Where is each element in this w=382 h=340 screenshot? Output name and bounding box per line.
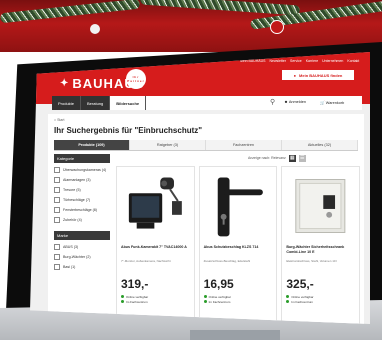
checkbox[interactable]: [54, 217, 60, 223]
sort-select[interactable]: Anzeige nach: Relevanz: [248, 156, 286, 160]
utility-link[interactable]: Service: [290, 59, 302, 63]
filter-option[interactable]: Überwachungskameras (4): [54, 167, 110, 173]
tab-centers[interactable]: Fachzentren: [206, 140, 282, 150]
product-description: Elektronikschloss, Stahl, Volumen 10 l: [286, 259, 338, 263]
availability-online: Online verfügbar: [208, 295, 231, 299]
filter-sidebar: Kategorie Überwachungskameras (4) Alarma…: [54, 154, 110, 324]
bauhaus-logo[interactable]: ✦ BAUHAUS Ihr Partner: [60, 69, 146, 94]
utility-links: Mein BAUHAUS Newsletter Service Karriere…: [240, 59, 359, 63]
checkbox[interactable]: [54, 167, 60, 173]
utility-link[interactable]: Kontakt: [347, 59, 359, 63]
product-image-door-handle[interactable]: [203, 171, 273, 241]
checkbox[interactable]: [54, 177, 60, 183]
filter-option[interactable]: Burg-Wächter (2): [54, 254, 110, 260]
search-results-content: ⌂ Start Ihr Suchergebnis für "Einbruchsc…: [48, 114, 364, 324]
filter-label: Tresore (5): [63, 188, 81, 192]
browser-screen: Mein BAUHAUS Newsletter Service Karriere…: [30, 52, 370, 324]
availability-store: Im Fachcentrum: [208, 300, 231, 304]
product-image-safe[interactable]: [286, 171, 356, 241]
product-price: 325,-: [286, 277, 314, 291]
filter-label: Burg-Wächter (2): [63, 255, 91, 259]
product-name[interactable]: Abus Funk-Kamerakit 7" TVAC14000 A: [121, 245, 190, 250]
product-description: Zusatzschloss-Beschlag, Edelstahl: [203, 259, 251, 263]
checkbox[interactable]: [54, 254, 60, 260]
filter-label: Basi (1): [63, 265, 76, 269]
store-finder-button[interactable]: ● Mein BAUHAUS finden: [282, 70, 354, 80]
store-finder-label: Mein BAUHAUS finden: [299, 72, 343, 78]
checkbox[interactable]: [54, 187, 60, 193]
availability-store: Im Fachcentrum: [126, 300, 148, 304]
monitor-stand: [190, 330, 280, 340]
product-price: 16,95: [203, 277, 234, 291]
cart-link[interactable]: 🛒 Warenkorb: [320, 100, 344, 105]
product-name[interactable]: Burg-Wächter Sicherheitsschrank Combi-Li…: [286, 245, 355, 254]
list-view-icon[interactable]: ☰: [298, 154, 306, 162]
nav-tab-advice[interactable]: Beratung: [81, 96, 111, 110]
filter-label: ABUS (3): [63, 245, 79, 249]
account-link[interactable]: ☻ Anmelden: [284, 100, 306, 104]
filter-option[interactable]: Zubehör (4): [54, 217, 110, 223]
pin-icon: ●: [293, 72, 297, 78]
tab-guides[interactable]: Ratgeber (3): [130, 140, 206, 150]
search-icon[interactable]: ⚲: [270, 98, 275, 106]
filter-label: Überwachungskameras (4): [63, 168, 107, 172]
page-title: Ihr Suchergebnis für "Einbruchschutz": [54, 126, 203, 135]
product-card[interactable]: Abus Funk-Kamerakit 7" TVAC14000 A 7"-Mo…: [116, 166, 195, 324]
filter-option[interactable]: Tresore (5): [54, 187, 110, 193]
filter-label: Fensterbeschläge (8): [63, 208, 97, 212]
checkbox[interactable]: [54, 197, 60, 203]
sort-bar: Anzeige nach: Relevanz ▦ ☰: [248, 154, 358, 162]
product-name[interactable]: Abus Schutzbeschlag KLZS 714: [204, 245, 273, 250]
filter-heading[interactable]: Marke: [54, 231, 110, 240]
product-card[interactable]: Burg-Wächter Sicherheitsschrank Combi-Li…: [281, 166, 361, 324]
filter-option[interactable]: Alarmanlagen (3): [54, 177, 110, 183]
utility-link[interactable]: Karriere: [306, 59, 318, 63]
cart-label: Warenkorb: [325, 101, 345, 105]
product-description: 7"-Monitor, Außenkamera, Nachtsicht: [121, 259, 171, 263]
availability: Online verfügbar Im Fachcentrum: [203, 295, 231, 305]
availability-store: Im Fachcentrum: [291, 300, 314, 304]
logo-mark-icon: ✦: [60, 77, 70, 89]
filter-label: Türbeschläge (7): [63, 198, 91, 202]
monitor: Mein BAUHAUS Newsletter Service Karriere…: [0, 0, 382, 340]
filter-label: Zubehör (4): [63, 218, 82, 222]
checkbox[interactable]: [54, 244, 60, 250]
availability: Online verfügbar Im Fachcentrum: [121, 295, 148, 305]
tab-products[interactable]: Produkte (109): [54, 140, 130, 150]
grid-view-icon[interactable]: ▦: [288, 154, 296, 162]
utility-link[interactable]: Newsletter: [269, 59, 286, 63]
utility-link[interactable]: Unternehmen: [322, 59, 343, 63]
availability-online: Online verfügbar: [291, 295, 314, 299]
breadcrumb[interactable]: ⌂ Start: [54, 118, 65, 122]
filter-heading[interactable]: Kategorie: [54, 154, 110, 163]
product-grid: Abus Funk-Kamerakit 7" TVAC14000 A 7"-Mo…: [116, 166, 361, 324]
filter-option[interactable]: Fensterbeschläge (8): [54, 207, 110, 213]
checkbox[interactable]: [54, 207, 60, 213]
filter-option[interactable]: Türbeschläge (7): [54, 197, 110, 203]
main-nav: Produkte Beratung Bildersuche ⚲ ☻ Anmeld…: [52, 96, 362, 110]
result-tabs: Produkte (109) Ratgeber (3) Fachzentren …: [54, 140, 358, 151]
tab-news[interactable]: Aktuelles (32): [282, 140, 358, 150]
filter-option[interactable]: ABUS (3): [54, 244, 110, 250]
filter-label: Alarmanlagen (3): [63, 178, 91, 182]
nav-tab-image-search[interactable]: Bildersuche: [110, 96, 147, 110]
product-price: 319,-: [121, 277, 149, 291]
availability: Online verfügbar Im Fachcentrum: [286, 295, 314, 305]
availability-online: Online verfügbar: [126, 295, 149, 299]
account-label: Anmelden: [288, 100, 306, 104]
breadcrumb-start[interactable]: Start: [57, 118, 64, 122]
product-card[interactable]: Abus Schutzbeschlag KLZS 714 Zusatzschlo…: [198, 166, 278, 324]
product-image-camera-kit[interactable]: [121, 171, 190, 241]
logo-badge: Ihr Partner: [126, 69, 146, 89]
filter-option[interactable]: Basi (1): [54, 264, 110, 270]
nav-tab-products[interactable]: Produkte: [52, 96, 82, 110]
checkbox[interactable]: [54, 264, 60, 270]
